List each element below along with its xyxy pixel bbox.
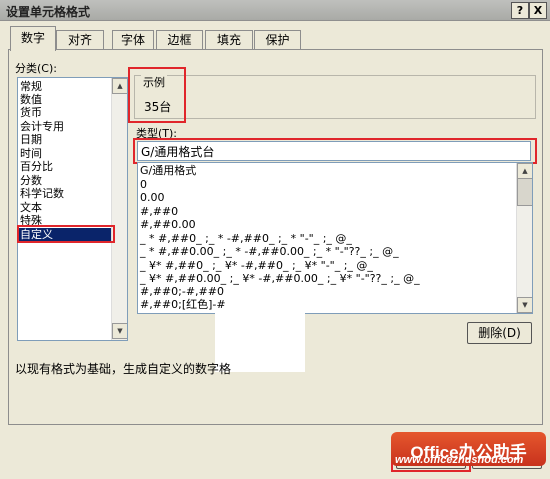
category-item[interactable]: 日期	[20, 133, 42, 146]
title-bar: 设置单元格格式 ? X	[0, 0, 550, 21]
category-item[interactable]: 百分比	[20, 160, 53, 173]
category-item[interactable]: 时间	[20, 147, 42, 160]
format-item[interactable]: #,##0;[红色]-#	[140, 298, 226, 311]
category-item[interactable]: 文本	[20, 201, 42, 214]
scroll-up-icon[interactable]: ▲	[112, 78, 127, 94]
category-list[interactable]: 常规 数值 货币 会计专用 日期 时间 百分比 分数 科学记数 文本 特殊 自定…	[17, 77, 128, 341]
sample-group: 示例 35台	[134, 74, 536, 119]
tab-font[interactable]: 字体	[112, 30, 154, 50]
format-item[interactable]: #,##0;-#,##0	[140, 285, 224, 298]
scroll-down-icon[interactable]: ▼	[517, 297, 532, 313]
category-scrollbar[interactable]: ▲ ▼	[111, 78, 127, 340]
format-list[interactable]: G/通用格式 0 0.00 #,##0 #,##0.00 _ * #,##0_ …	[137, 162, 533, 314]
category-item[interactable]: 会计专用	[20, 120, 64, 133]
format-item[interactable]: 0.00	[140, 191, 165, 204]
description-text: 以现有格式为基础，生成自定义的数字格	[15, 362, 232, 376]
tab-number[interactable]: 数字	[10, 26, 56, 51]
category-item[interactable]: 常规	[20, 80, 42, 93]
tab-fill[interactable]: 填充	[205, 30, 253, 50]
category-item[interactable]: 科学记数	[20, 187, 64, 200]
scroll-thumb[interactable]	[517, 178, 532, 206]
format-item[interactable]: _ ¥* #,##0_ ;_ ¥* -#,##0_ ;_ ¥* "-"_ ;_ …	[140, 259, 373, 272]
close-button[interactable]: X	[529, 2, 547, 19]
dialog-title: 设置单元格格式	[6, 5, 91, 19]
format-item[interactable]: G/通用格式	[140, 164, 196, 177]
format-item[interactable]: _ * #,##0.00_ ;_ * -#,##0.00_ ;_ * "-"??…	[140, 245, 399, 258]
category-item[interactable]: 数值	[20, 93, 42, 106]
scroll-down-icon[interactable]: ▼	[112, 323, 127, 339]
format-item[interactable]: _ * #,##0_ ;_ * -#,##0_ ;_ * "-"_ ;_ @_	[140, 232, 352, 245]
format-item[interactable]: _ ¥* #,##0.00_ ;_ ¥* -#,##0.00_ ;_ ¥* "-…	[140, 272, 420, 285]
category-item[interactable]: 分数	[20, 174, 42, 187]
category-item[interactable]: 货币	[20, 106, 42, 119]
format-item[interactable]: #,##0	[140, 205, 178, 218]
format-item[interactable]: 0	[140, 178, 147, 191]
tab-alignment[interactable]: 对齐	[56, 30, 104, 50]
scroll-up-icon[interactable]: ▲	[517, 163, 532, 179]
highlight-selected-category	[17, 225, 115, 243]
highlight-sample	[128, 67, 186, 123]
help-button[interactable]: ?	[511, 2, 529, 19]
category-label: 分类(C):	[15, 62, 57, 75]
delete-button[interactable]: 删除(D)	[467, 322, 532, 344]
watermark-url: www.officezhushou.com	[395, 454, 524, 466]
highlight-type-input	[133, 138, 537, 164]
format-scrollbar[interactable]: ▲ ▼	[516, 163, 532, 313]
tab-protection[interactable]: 保护	[254, 30, 301, 50]
format-cells-dialog: 设置单元格格式 ? X 数字 对齐 字体 边框 填充 保护 分类(C): 常规 …	[0, 0, 550, 479]
tab-border[interactable]: 边框	[156, 30, 203, 50]
number-tab-panel: 分类(C): 常规 数值 货币 会计专用 日期 时间 百分比 分数 科学记数 文…	[8, 49, 543, 425]
format-item[interactable]: #,##0.00	[140, 218, 196, 231]
